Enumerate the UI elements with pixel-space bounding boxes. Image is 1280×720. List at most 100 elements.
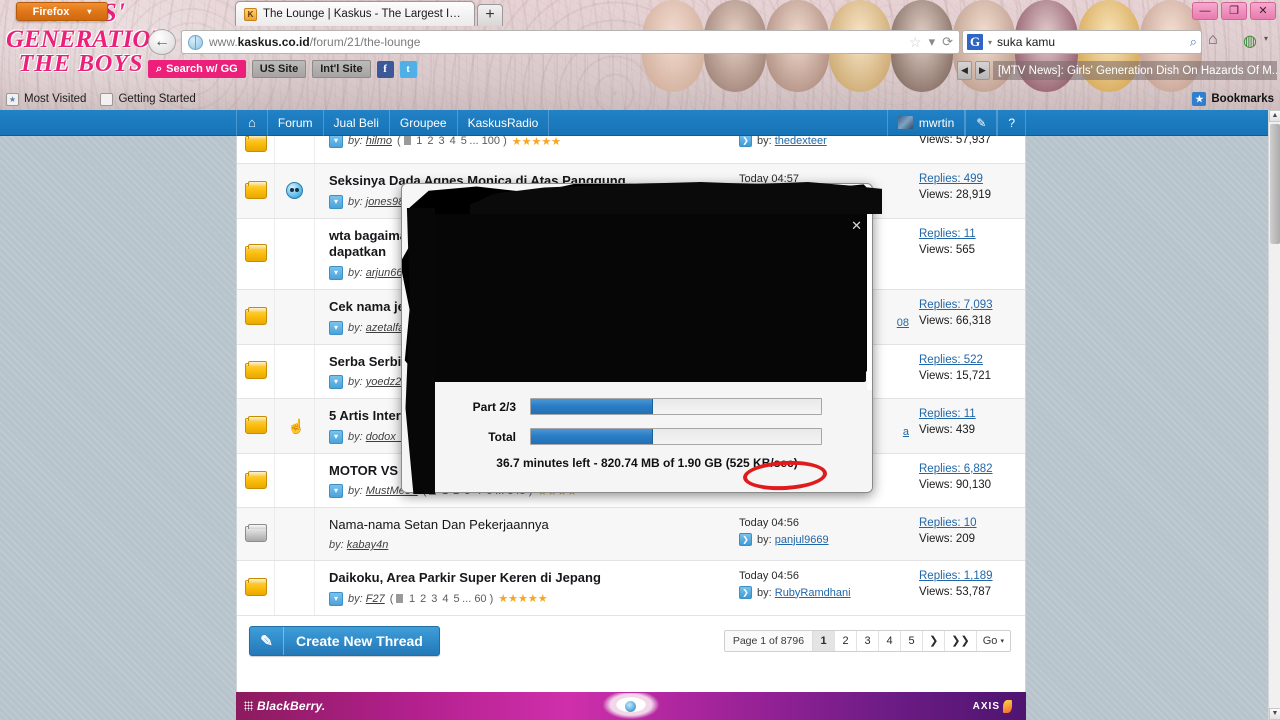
thread-replies[interactable]: Replies: 11 <box>919 228 1017 240</box>
thread-stats: Replies: 522 Views: 15,721 <box>913 345 1025 399</box>
thread-title[interactable]: Nama-nama Setan Dan Pekerjaannya <box>329 517 727 534</box>
thread-replies[interactable]: Replies: 499 <box>919 173 1017 185</box>
thread-stats: Replies: 11 Views: 439 <box>913 399 1025 453</box>
bookmarks-menu-button[interactable]: ★ Bookmarks <box>1192 92 1274 106</box>
browser-tab-active[interactable]: K The Lounge | Kaskus - The Largest Indo… <box>235 1 475 26</box>
thread-author[interactable]: by: kabay4n <box>329 539 388 551</box>
last-page-button[interactable]: ❯❯ <box>945 630 977 651</box>
thread-status-icon <box>237 344 275 399</box>
nav-item-forum[interactable]: Forum <box>268 110 324 136</box>
intl-site-button[interactable]: Int'l Site <box>312 60 371 78</box>
chevron-down-icon[interactable]: ▾ <box>329 429 343 444</box>
thread-title[interactable]: Daikoku, Area Parkir Super Keren di Jepa… <box>329 570 727 587</box>
scroll-down-button[interactable]: ▼ <box>1269 708 1280 720</box>
thread-pages[interactable]: ( 1 2 3 4 5... 60 ) <box>390 593 494 605</box>
chevron-down-icon[interactable]: ▾ <box>988 38 992 47</box>
go-to-page-button[interactable]: Go ▾ <box>976 630 1010 651</box>
chevron-down-icon[interactable]: ▾ <box>329 194 343 209</box>
back-button[interactable]: ← <box>148 29 176 55</box>
thread-status-icon <box>237 218 275 289</box>
restore-button[interactable]: ❐ <box>1221 2 1247 20</box>
thread-replies[interactable]: Replies: 7,093 <box>919 299 1017 311</box>
last-post-author[interactable]: ❯ by: RubyRamdhani <box>739 586 909 599</box>
thread-replies[interactable]: Replies: 11 <box>919 408 1017 420</box>
thread-pages[interactable]: ( 1 2 3 4 5... 100 ) <box>397 136 507 147</box>
compose-icon[interactable]: ✎ <box>965 110 998 136</box>
nav-home-button[interactable]: ⌂ <box>236 110 268 136</box>
chevron-down-icon[interactable]: ▾ <box>929 34 936 50</box>
table-row[interactable]: Nama-nama Setan Dan Pekerjaannya by: kab… <box>237 508 1025 561</box>
table-row[interactable]: Daikoku, Area Parkir Super Keren di Jepa… <box>237 561 1025 616</box>
minimize-button[interactable]: — <box>1192 2 1218 20</box>
thread-author[interactable]: by: yoedz24 <box>348 376 407 388</box>
chevron-down-icon[interactable]: ▾ <box>329 484 343 499</box>
search-icon[interactable]: ⌕ <box>1190 34 1197 50</box>
ticker-prev-button[interactable]: ◀ <box>957 61 972 80</box>
twitter-icon[interactable]: t <box>399 60 417 78</box>
thread-views: Views: 439 <box>919 424 976 437</box>
page-button-2[interactable]: 2 <box>835 630 858 651</box>
chevron-down-icon[interactable]: ▾ <box>329 136 343 148</box>
thread-replies[interactable]: Replies: 6,882 <box>919 463 1017 475</box>
thread-author[interactable]: by: arjun667 <box>348 267 409 279</box>
search-input[interactable]: suka kamu <box>997 35 1055 49</box>
page-button-4[interactable]: 4 <box>879 630 902 651</box>
nav-item-jual-beli[interactable]: Jual Beli <box>324 110 390 136</box>
create-new-thread-button[interactable]: ✎ Create New Thread <box>249 625 440 656</box>
table-row[interactable]: ▾ by: hilmo ( 1 2 3 4 5... 100 ) ★★★★★ ❯ by:… <box>237 136 1025 164</box>
download-progress-dialog[interactable]: ✕ Part 2/3 Total 36.7 minutes left - 820… <box>401 183 873 493</box>
blackberry-logo: BlackBerry. <box>244 699 325 713</box>
home-icon[interactable]: ⌂ <box>1208 31 1218 49</box>
chevron-down-icon[interactable]: ▾ <box>329 591 343 606</box>
help-icon[interactable]: ? <box>997 110 1026 136</box>
nav-item-groupee[interactable]: Groupee <box>390 110 458 136</box>
search-bar[interactable]: G ▾ suka kamu ⌕ <box>962 30 1202 54</box>
last-post-author[interactable]: ❯ by: thedexteer <box>739 136 909 147</box>
firefox-menu-button[interactable]: Firefox ▾ <box>16 2 108 21</box>
chevron-down-icon[interactable]: ▾ <box>1264 34 1268 43</box>
ad-banner[interactable]: BlackBerry. AXIS <box>236 692 1026 720</box>
us-site-button[interactable]: US Site <box>251 60 307 78</box>
gg-search-button[interactable]: ⌕ Search w/ GG <box>148 60 246 78</box>
scrollbar-thumb[interactable] <box>1270 124 1280 244</box>
thread-status-icon <box>237 136 275 163</box>
thread-badge-icon <box>275 218 315 289</box>
bookmark-most-visited[interactable]: ★ Most Visited <box>6 92 86 106</box>
last-post-author[interactable]: ❯ by: panjul9669 <box>739 533 909 547</box>
thread-views: Views: 90,130 <box>919 478 992 491</box>
folder-icon <box>244 470 267 489</box>
thread-replies[interactable]: Replies: 522 <box>919 354 1017 366</box>
chevron-down-icon[interactable]: ▾ <box>329 320 343 335</box>
page-scrollbar[interactable]: ▲ ▼ <box>1268 110 1280 720</box>
close-button[interactable]: ✕ <box>1250 2 1276 20</box>
facebook-icon[interactable]: f <box>376 60 394 78</box>
bookmark-getting-started[interactable]: Getting Started <box>100 92 196 106</box>
thread-author[interactable]: by: azetalfa <box>348 322 404 334</box>
thread-main: ▾ by: hilmo ( 1 2 3 4 5... 100 ) ★★★★★ <box>315 136 735 163</box>
bookmark-star-icon[interactable]: ☆ <box>909 34 922 51</box>
chevron-down-icon[interactable]: ▾ <box>329 375 343 390</box>
chevron-down-icon[interactable]: ▾ <box>329 265 343 280</box>
thread-stats: Replies: 10 Views: 209 <box>913 508 1025 560</box>
address-bar[interactable]: www.kaskus.co.id/forum/21/the-lounge ☆ ▾… <box>181 30 960 54</box>
scroll-up-button[interactable]: ▲ <box>1269 110 1280 122</box>
thread-author[interactable]: by: F27 <box>348 593 385 605</box>
close-icon[interactable]: ✕ <box>851 218 862 234</box>
folder-icon <box>244 243 267 262</box>
page-button-5[interactable]: 5 <box>901 630 924 651</box>
page-button-3[interactable]: 3 <box>857 630 880 651</box>
ticker-headline[interactable]: [MTV News]: Girls' Generation Dish On Ha… <box>993 61 1277 80</box>
thread-replies[interactable]: Replies: 1,189 <box>919 570 1017 582</box>
thread-replies[interactable]: Replies: 10 <box>919 517 1017 529</box>
globe-icon <box>188 34 203 50</box>
user-menu[interactable]: mwrtin <box>886 110 966 136</box>
reload-icon[interactable]: ⟳ <box>942 34 953 50</box>
arrow-right-icon: ❯ <box>739 586 752 599</box>
ticker-next-button[interactable]: ▶ <box>975 61 990 80</box>
page-button-1[interactable]: 1 <box>813 630 836 651</box>
power-icon[interactable]: ◍ <box>1243 31 1257 51</box>
next-page-button[interactable]: ❯ <box>923 630 946 651</box>
new-tab-button[interactable]: + <box>477 4 503 26</box>
firefox-menu-label: Firefox <box>32 5 70 18</box>
nav-item-kaskusradio[interactable]: KaskusRadio <box>458 110 550 136</box>
